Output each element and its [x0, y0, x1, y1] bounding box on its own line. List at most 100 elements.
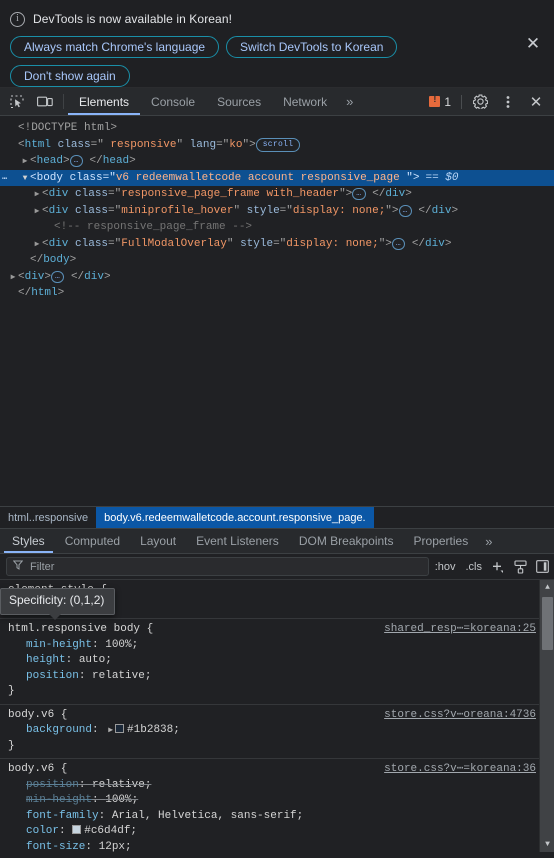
css-property-value[interactable]: 100%; — [105, 794, 138, 806]
css-property-value[interactable]: #1b2838; — [127, 724, 180, 736]
close-icon[interactable]: ✕ — [522, 93, 550, 111]
dom-node-doctype[interactable]: <!DOCTYPE html> — [0, 120, 554, 137]
color-swatch[interactable] — [115, 724, 125, 733]
css-declaration-height[interactable]: height: auto; — [8, 653, 538, 669]
expand-arrow-closed-icon[interactable]: ▶ — [32, 204, 42, 221]
tab-elements[interactable]: Elements — [68, 88, 141, 115]
scroll-down-arrow-icon[interactable]: ▼ — [540, 837, 554, 852]
tab-properties[interactable]: Properties — [404, 529, 479, 553]
dom-tree[interactable]: <!DOCTYPE html> <html class=" responsive"… — [0, 116, 554, 506]
collapsed-children-icon[interactable]: … — [51, 270, 65, 283]
scroll-badge[interactable]: scroll — [255, 137, 301, 152]
filter-input[interactable]: Filter — [6, 557, 429, 576]
tab-network[interactable]: Network — [272, 88, 338, 115]
breadcrumb-item-body[interactable]: body.v6.redeemwalletcode.account.respons… — [96, 507, 374, 528]
css-declaration-position[interactable]: position: relative; — [8, 778, 538, 794]
css-declaration-color[interactable]: color: #c6d4df; — [8, 824, 538, 840]
element-classes-icon[interactable] — [510, 559, 530, 574]
dom-token-pn: < — [30, 171, 37, 184]
breadcrumb-item-html[interactable]: html..responsive — [0, 507, 96, 528]
css-declaration-min-height[interactable]: min-height: 100%; — [8, 793, 538, 809]
tab-console[interactable]: Console — [140, 88, 206, 115]
dom-token-pn: =" — [273, 237, 287, 250]
css-declaration-position[interactable]: position: relative; — [8, 669, 538, 685]
css-property-value[interactable]: 12px; — [99, 841, 132, 853]
tab-dom-breakpoints[interactable]: DOM Breakpoints — [289, 529, 404, 553]
css-property-name[interactable]: position — [26, 779, 79, 791]
always-match-language-button[interactable]: Always match Chrome's language — [10, 36, 220, 58]
new-style-rule-icon[interactable] — [488, 560, 508, 574]
dom-node-body-open[interactable]: ⋯ ▼ <body class="v6 redeemwalletcode accou… — [0, 169, 554, 188]
css-source-link[interactable]: shared_resp⋯=koreana:25 — [384, 622, 536, 638]
css-rule-html-responsive-body[interactable]: html.responsive body {shared_resp⋯=korea… — [0, 619, 554, 705]
cls-toggle-button[interactable]: .cls — [462, 561, 487, 573]
styles-scrollbar[interactable]: ▲ ▼ — [539, 580, 554, 852]
expand-arrow-closed-icon[interactable]: ▶ — [32, 187, 42, 204]
css-property-value[interactable]: auto; — [79, 654, 112, 666]
collapsed-children-icon[interactable]: … — [398, 204, 412, 217]
css-property-name[interactable]: font-size — [26, 841, 85, 853]
expand-arrow-closed-icon[interactable]: ▶ — [20, 154, 30, 171]
infobar-close-icon[interactable]: ✕ — [522, 34, 544, 56]
scroll-up-arrow-icon[interactable]: ▲ — [540, 580, 554, 595]
kebab-menu-icon[interactable] — [494, 95, 522, 109]
css-property-name[interactable]: min-height — [26, 639, 92, 651]
collapsed-children-icon[interactable]: … — [69, 155, 83, 167]
dom-node-div-tail[interactable]: ▶ <div>… </div> — [0, 269, 554, 286]
tab-sources[interactable]: Sources — [206, 88, 272, 115]
css-property-name[interactable]: background — [26, 724, 92, 736]
tab-layout[interactable]: Layout — [130, 529, 186, 553]
css-property-name[interactable]: min-height — [26, 794, 92, 806]
css-property-name[interactable]: font-family — [26, 810, 99, 822]
tab-computed[interactable]: Computed — [55, 529, 130, 553]
device-toolbar-icon[interactable] — [31, 88, 59, 115]
expand-arrow-open-icon[interactable]: ▼ — [20, 171, 30, 188]
dont-show-again-button[interactable]: Don't show again — [10, 65, 130, 87]
collapsed-children-icon[interactable]: … — [352, 188, 366, 200]
dom-node-div-miniprofile[interactable]: ▶ <div class="miniprofile_hover" style="d… — [0, 203, 554, 220]
css-source-link[interactable]: store.css?v⋯oreana:4736 — [384, 708, 536, 724]
node-actions-dots-icon[interactable]: ⋯ — [2, 171, 8, 188]
more-sidebar-tabs-icon[interactable]: » — [478, 529, 499, 553]
dom-node-head[interactable]: ▶ <head>… </head> — [0, 153, 554, 170]
styles-rules-list[interactable]: element.style {}html.responsive body {sh… — [0, 580, 554, 852]
css-property-value[interactable]: relative; — [92, 670, 151, 682]
dom-node-comment[interactable]: <!-- responsive_page_frame --> — [0, 219, 554, 236]
error-badge[interactable]: 1 — [423, 94, 457, 109]
dom-node-div-fullmodal[interactable]: ▶ <div class="FullModalOverlay" style="di… — [0, 236, 554, 253]
scrollbar-thumb[interactable] — [542, 597, 553, 650]
switch-devtools-language-button[interactable]: Switch DevTools to Korean — [226, 36, 398, 58]
tab-styles[interactable]: Styles — [2, 529, 55, 553]
hov-toggle-button[interactable]: :hov — [431, 561, 460, 573]
tab-event-listeners[interactable]: Event Listeners — [186, 529, 289, 553]
color-swatch[interactable] — [72, 825, 82, 834]
css-property-name[interactable]: height — [26, 654, 66, 666]
css-rule-body-v6-background[interactable]: body.v6 {store.css?v⋯oreana:4736 backgrou… — [0, 705, 554, 759]
css-declaration-background[interactable]: background: ▶ #1b2838; — [8, 723, 538, 739]
css-rule-body-v6-typography[interactable]: body.v6 {store.css?v⋯=koreana:36 position… — [0, 759, 554, 852]
dom-node-html-close[interactable]: </html> — [0, 285, 554, 302]
css-property-name[interactable]: position — [26, 670, 79, 682]
css-source-link[interactable]: store.css?v⋯=koreana:36 — [384, 762, 536, 778]
dom-node-div-frame[interactable]: ▶ <div class="responsive_page_frame with_… — [0, 186, 554, 203]
css-declaration-font-size[interactable]: font-size: 12px; — [8, 840, 538, 853]
dom-token-pn: =" — [108, 204, 122, 217]
css-declaration-font-family[interactable]: font-family: Arial, Helvetica, sans-seri… — [8, 809, 538, 825]
toggle-sidebar-icon[interactable] — [532, 560, 552, 573]
more-tabs-chevron-icon[interactable]: » — [338, 88, 361, 115]
css-property-name[interactable]: color — [26, 825, 59, 837]
css-property-value[interactable]: Arial, Helvetica, sans-serif; — [112, 810, 303, 822]
expand-arrow-closed-icon[interactable]: ▶ — [8, 270, 18, 287]
css-declaration-min-height[interactable]: min-height: 100%; — [8, 638, 538, 654]
dom-node-html-open[interactable]: <html class=" responsive" lang="ko"> scro… — [0, 137, 554, 154]
css-property-value[interactable]: #c6d4df; — [84, 825, 137, 837]
gear-icon[interactable] — [466, 94, 494, 109]
expand-arrow-closed-icon[interactable]: ▶ — [32, 237, 42, 254]
toolbar-right-actions: 1 ✕ — [423, 88, 552, 115]
css-property-value[interactable]: 100%; — [105, 639, 138, 651]
inspect-element-icon[interactable] — [3, 88, 31, 115]
expand-shorthand-icon[interactable]: ▶ — [105, 723, 115, 739]
collapsed-children-icon[interactable]: … — [391, 237, 406, 250]
dom-node-body-close[interactable]: </body> — [0, 252, 554, 269]
css-property-value[interactable]: relative; — [92, 779, 151, 791]
